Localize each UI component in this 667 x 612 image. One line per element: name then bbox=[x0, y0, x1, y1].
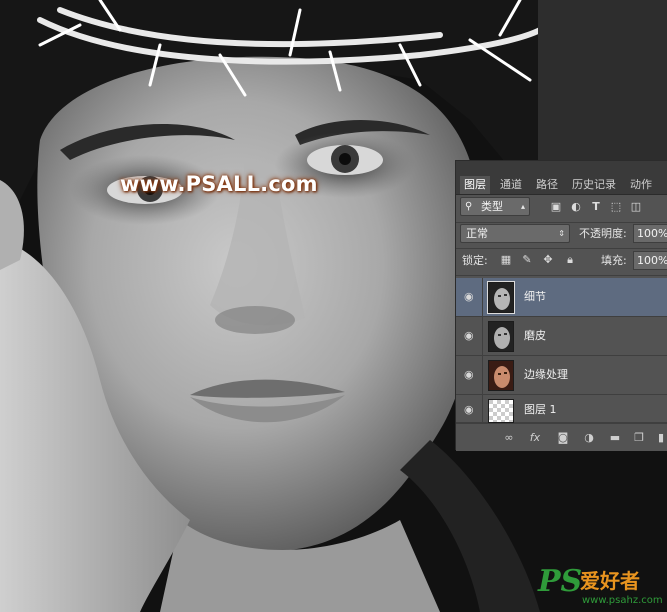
tab-actions[interactable]: 动作 bbox=[626, 176, 656, 194]
new-layer-icon[interactable]: ❐ bbox=[632, 431, 646, 445]
logo-url-text: www.psahz.com bbox=[582, 595, 663, 606]
blend-mode-select[interactable]: 正常 ⇕ bbox=[460, 224, 570, 243]
divider bbox=[482, 317, 483, 356]
layers-panel: 图层 通道 路径 历史记录 动作 ⚲ 类型 ▴ ▣ ◐ T ⬚ ◫ 正常 ⇕ 不… bbox=[455, 160, 667, 451]
layer-thumbnail bbox=[488, 360, 514, 391]
layers-bottom-bar: ∞ fx ◙ ◑ ▬ ❐ ▮ bbox=[456, 423, 667, 451]
divider bbox=[482, 278, 483, 317]
link-layers-icon[interactable]: ∞ bbox=[502, 431, 516, 445]
adjustment-filter-icon[interactable]: ◐ bbox=[570, 201, 582, 213]
visibility-eye-icon[interactable]: ◉ bbox=[464, 369, 476, 381]
tab-channels[interactable]: 通道 bbox=[496, 176, 526, 194]
layer-thumbnail-transparent bbox=[488, 399, 514, 423]
tab-history[interactable]: 历史记录 bbox=[568, 176, 620, 194]
add-mask-icon[interactable]: ◙ bbox=[556, 431, 570, 445]
smart-object-filter-icon[interactable]: ◫ bbox=[630, 201, 642, 213]
divider bbox=[456, 275, 667, 276]
shape-filter-icon[interactable]: ⬚ bbox=[610, 201, 622, 213]
visibility-eye-icon[interactable]: ◉ bbox=[464, 330, 476, 342]
layer-name: 边缘处理 bbox=[524, 368, 568, 381]
divider bbox=[456, 222, 667, 223]
layer-row-layer1[interactable]: ◉ 图层 1 bbox=[456, 395, 667, 423]
layer-name: 细节 bbox=[524, 290, 546, 303]
lock-all-icon[interactable]: 🔒︎ bbox=[564, 254, 576, 266]
visibility-eye-icon[interactable]: ◉ bbox=[464, 404, 476, 416]
visibility-eye-icon[interactable]: ◉ bbox=[464, 291, 476, 303]
opacity-field[interactable]: 100% bbox=[633, 224, 667, 243]
fill-field[interactable]: 100% bbox=[633, 251, 667, 270]
fx-icon[interactable]: fx bbox=[528, 431, 542, 445]
divider bbox=[482, 395, 483, 423]
search-icon: ⚲ bbox=[465, 201, 473, 212]
layer-name: 图层 1 bbox=[524, 403, 557, 416]
site-logo: PS 爱好者 www.psahz.com bbox=[538, 566, 666, 610]
logo-cn-text: 爱好者 bbox=[580, 569, 640, 593]
updown-arrow-icon: ⇕ bbox=[558, 229, 565, 238]
adjustment-layer-icon[interactable]: ◑ bbox=[582, 431, 596, 445]
filter-kind-label: 类型 bbox=[481, 200, 503, 213]
layer-thumbnail bbox=[488, 321, 514, 352]
site-watermark: www.PSALL.com bbox=[120, 172, 318, 196]
tab-paths[interactable]: 路径 bbox=[532, 176, 562, 194]
lock-transparent-icon[interactable]: ▦ bbox=[500, 254, 512, 266]
tab-layers[interactable]: 图层 bbox=[460, 176, 490, 194]
updown-arrow-icon: ▴ bbox=[520, 202, 525, 211]
lock-label: 锁定: bbox=[462, 254, 488, 267]
layer-thumbnail bbox=[487, 281, 515, 314]
opacity-label: 不透明度: bbox=[579, 227, 627, 240]
logo-ps-text: PS bbox=[538, 564, 583, 599]
layer-row-smooth[interactable]: ◉ 磨皮 bbox=[456, 317, 667, 356]
fill-label: 填充: bbox=[601, 254, 627, 267]
lock-brush-icon[interactable]: ✎ bbox=[521, 254, 533, 266]
lock-move-icon[interactable]: ✥ bbox=[542, 254, 554, 266]
layer-row-detail[interactable]: ◉ 细节 bbox=[456, 278, 667, 317]
layer-name: 磨皮 bbox=[524, 329, 546, 342]
delete-layer-icon[interactable]: ▮ bbox=[654, 431, 667, 445]
image-filter-icon[interactable]: ▣ bbox=[550, 201, 562, 213]
type-filter-icon[interactable]: T bbox=[590, 201, 602, 213]
divider bbox=[456, 248, 667, 249]
layer-filter-select[interactable]: ⚲ 类型 ▴ bbox=[460, 197, 530, 216]
blend-mode-value: 正常 bbox=[466, 227, 488, 240]
layer-row-edge[interactable]: ◉ 边缘处理 bbox=[456, 356, 667, 395]
new-group-icon[interactable]: ▬ bbox=[608, 431, 622, 445]
canvas-pasteboard bbox=[538, 0, 667, 160]
divider bbox=[482, 356, 483, 395]
panel-tab-bar: 图层 通道 路径 历史记录 动作 bbox=[456, 161, 667, 195]
